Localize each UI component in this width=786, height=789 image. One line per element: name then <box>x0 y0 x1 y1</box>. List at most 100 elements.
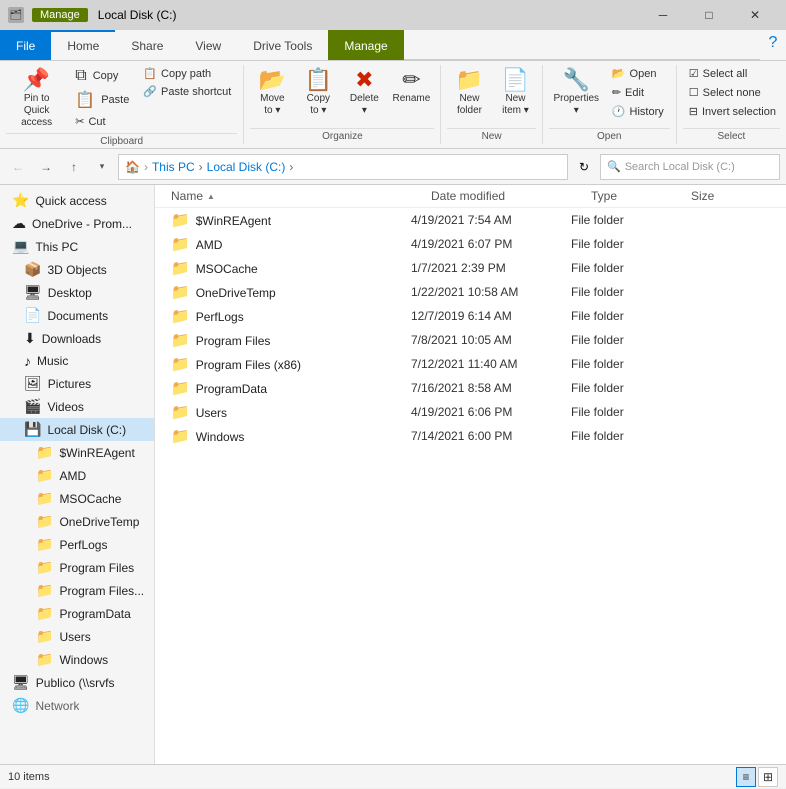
edit-icon: ✏ <box>612 86 621 99</box>
sidebar-item-swinreagent[interactable]: 📁 $WinREAgent <box>0 441 154 464</box>
delete-button[interactable]: ✖ Delete▾ <box>342 65 386 119</box>
new-folder-button[interactable]: 📁 Newfolder <box>447 65 491 119</box>
tab-home[interactable]: Home <box>51 30 115 60</box>
table-row[interactable]: 📁MSOCache 1/7/2021 2:39 PM File folder <box>155 256 786 280</box>
select-none-button[interactable]: ☐ Select none <box>683 84 782 101</box>
view-large-icons-button[interactable]: ⊞ <box>758 767 778 787</box>
view-details-button[interactable]: ≡ <box>736 767 756 787</box>
sidebar-item-pictures[interactable]: 🖼 Pictures <box>0 372 154 395</box>
help-button[interactable]: ? <box>760 30 786 56</box>
column-header-date[interactable]: Date modified <box>431 189 591 203</box>
table-row[interactable]: 📁Program Files (x86) 7/12/2021 11:40 AM … <box>155 352 786 376</box>
sidebar-item-quick-access[interactable]: ⭐ Quick access <box>0 189 154 212</box>
sidebar-item-network[interactable]: 🌐 Network <box>0 694 154 717</box>
paste-shortcut-icon: 🔗 <box>143 85 157 98</box>
column-header-size[interactable]: Size <box>691 189 771 203</box>
cut-button[interactable]: ✂ Cut <box>69 113 135 130</box>
sidebar-item-onedrive[interactable]: ☁ OneDrive - Prom... <box>0 212 154 235</box>
sidebar-item-windows[interactable]: 📁 Windows <box>0 648 154 671</box>
sidebar-item-program-files[interactable]: 📁 Program Files <box>0 556 154 579</box>
copy-path-button[interactable]: 📋 Copy path <box>137 65 237 82</box>
table-row[interactable]: 📁$WinREAgent 4/19/2021 7:54 AM File fold… <box>155 208 786 232</box>
copy-to-button[interactable]: 📋 Copyto ▾ <box>296 65 340 119</box>
sidebar-item-videos[interactable]: 🎬 Videos <box>0 395 154 418</box>
copy-button[interactable]: ⧉ Copy <box>69 65 135 87</box>
invert-selection-button[interactable]: ⊟ Invert selection <box>683 103 782 120</box>
copy-icon: ⧉ <box>75 67 86 85</box>
file-type: File folder <box>571 261 671 275</box>
sidebar-item-users[interactable]: 📁 Users <box>0 625 154 648</box>
table-row[interactable]: 📁ProgramData 7/16/2021 8:58 AM File fold… <box>155 376 786 400</box>
history-button[interactable]: 🕐 History <box>606 103 670 120</box>
breadcrumb-this-pc[interactable]: This PC <box>152 160 195 174</box>
downloads-icon: ⬇ <box>24 330 36 347</box>
table-row[interactable]: 📁PerfLogs 12/7/2019 6:14 AM File folder <box>155 304 786 328</box>
paste-button[interactable]: 📋 Paste <box>69 88 135 112</box>
window-controls: ─ □ ✕ <box>640 0 778 30</box>
desktop-icon: 🖥 <box>24 284 42 301</box>
paste-shortcut-label: Paste shortcut <box>161 86 231 98</box>
quick-access-icon: ⭐ <box>12 192 29 209</box>
refresh-button[interactable]: ↻ <box>572 155 596 179</box>
edit-button[interactable]: ✏ Edit <box>606 84 670 101</box>
open-label: Open <box>630 68 657 80</box>
column-header-type[interactable]: Type <box>591 189 691 203</box>
tab-file[interactable]: File <box>0 30 51 60</box>
sidebar-item-program-files-x86[interactable]: 📁 Program Files... <box>0 579 154 602</box>
sidebar-item-desktop[interactable]: 🖥 Desktop <box>0 281 154 304</box>
sidebar-item-this-pc[interactable]: 💻 This PC <box>0 235 154 258</box>
sidebar-item-downloads[interactable]: ⬇ Downloads <box>0 327 154 350</box>
table-row[interactable]: 📁AMD 4/19/2021 6:07 PM File folder <box>155 232 786 256</box>
new-label: New <box>447 128 535 144</box>
tab-manage[interactable]: Manage <box>328 30 403 60</box>
sidebar-item-local-disk[interactable]: 💾 Local Disk (C:) <box>0 418 154 441</box>
sidebar-item-programdata[interactable]: 📁 ProgramData <box>0 602 154 625</box>
open-button[interactable]: 📂 Open <box>606 65 670 82</box>
breadcrumb-local-disk[interactable]: Local Disk (C:) <box>207 160 286 174</box>
close-button[interactable]: ✕ <box>732 0 778 30</box>
sidebar-item-perflogs[interactable]: 📁 PerfLogs <box>0 533 154 556</box>
maximize-button[interactable]: □ <box>686 0 732 30</box>
up-button[interactable]: ↑ <box>62 155 86 179</box>
back-button[interactable]: ← <box>6 155 30 179</box>
sidebar-item-music[interactable]: ♪ Music <box>0 350 154 372</box>
tab-drive-tools[interactable]: Drive Tools <box>237 30 328 60</box>
sidebar-item-onedrivetemp[interactable]: 📁 OneDriveTemp <box>0 510 154 533</box>
copy-path-icon: 📋 <box>143 67 157 80</box>
address-bar[interactable]: 🏠 › This PC › Local Disk (C:) › <box>118 154 568 180</box>
sidebar-label-program-files: Program Files <box>59 561 134 575</box>
select-items: ☑ Select all ☐ Select none ⊟ Invert sele… <box>683 65 780 126</box>
pin-quick-access-button[interactable]: 📌 Pin to Quickaccess <box>6 65 67 131</box>
rename-button[interactable]: ✏ Rename <box>388 65 434 107</box>
move-to-button[interactable]: 📂 Moveto ▾ <box>250 65 294 119</box>
column-header-name[interactable]: Name ▲ <box>171 189 431 203</box>
table-row[interactable]: 📁Users 4/19/2021 6:06 PM File folder <box>155 400 786 424</box>
search-box[interactable]: 🔍 Search Local Disk (C:) <box>600 154 780 180</box>
sidebar-item-msocache[interactable]: 📁 MSOCache <box>0 487 154 510</box>
tab-share[interactable]: Share <box>115 30 179 60</box>
new-folder-label: Newfolder <box>457 93 482 117</box>
windows-icon: 📁 <box>36 651 53 668</box>
music-icon: ♪ <box>24 353 31 369</box>
sidebar-item-publico[interactable]: 🖥 Publico (\\srvfs <box>0 671 154 694</box>
select-all-button[interactable]: ☑ Select all <box>683 65 782 82</box>
table-row[interactable]: 📁Windows 7/14/2021 6:00 PM File folder <box>155 424 786 448</box>
select-col: ☑ Select all ☐ Select none ⊟ Invert sele… <box>683 65 782 120</box>
paste-shortcut-button[interactable]: 🔗 Paste shortcut <box>137 83 237 100</box>
minimize-button[interactable]: ─ <box>640 0 686 30</box>
recent-locations-button[interactable]: ▾ <box>90 155 114 179</box>
properties-icon: 🔧 <box>563 69 590 91</box>
properties-button[interactable]: 🔧 Properties▾ <box>549 65 604 119</box>
ribbon-group-select: ☑ Select all ☐ Select none ⊟ Invert sele… <box>677 65 786 144</box>
sidebar-label-videos: Videos <box>47 400 83 414</box>
forward-button[interactable]: → <box>34 155 58 179</box>
sidebar-item-documents[interactable]: 📄 Documents <box>0 304 154 327</box>
tab-view[interactable]: View <box>179 30 237 60</box>
folder-icon: 📁 <box>171 260 190 277</box>
invert-icon: ⊟ <box>689 105 698 118</box>
sidebar-item-amd[interactable]: 📁 AMD <box>0 464 154 487</box>
sidebar-item-3d-objects[interactable]: 📦 3D Objects <box>0 258 154 281</box>
table-row[interactable]: 📁Program Files 7/8/2021 10:05 AM File fo… <box>155 328 786 352</box>
table-row[interactable]: 📁OneDriveTemp 1/22/2021 10:58 AM File fo… <box>155 280 786 304</box>
new-item-button[interactable]: 📄 Newitem ▾ <box>493 65 537 119</box>
